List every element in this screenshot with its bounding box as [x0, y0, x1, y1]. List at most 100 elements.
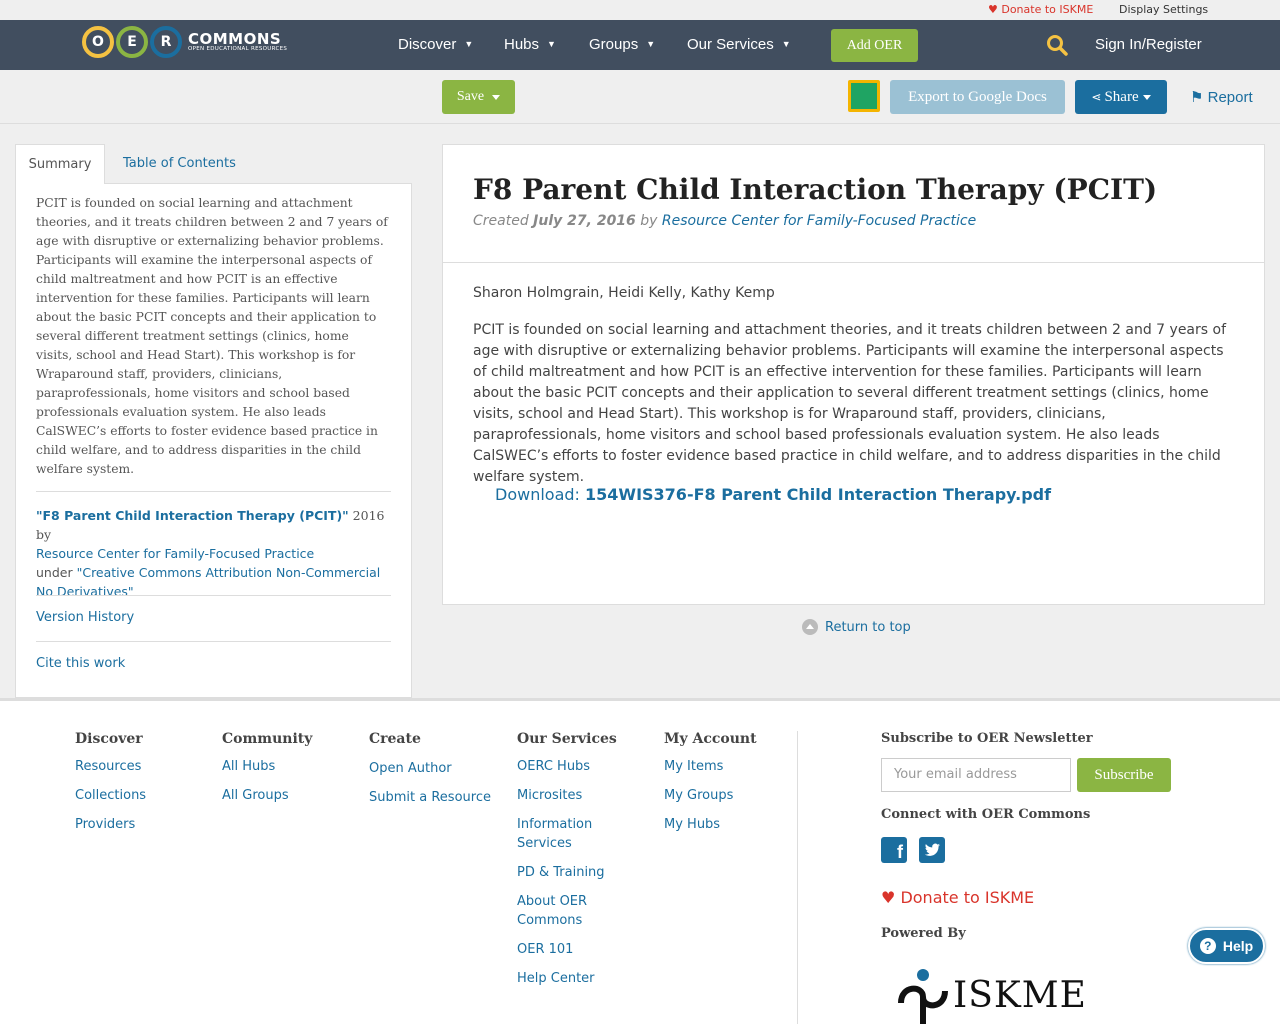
logo-tagline: OPEN EDUCATIONAL RESOURCES — [188, 45, 288, 52]
caret-down-icon — [492, 94, 501, 100]
logo-name: COMMONS — [188, 29, 282, 48]
iskme-wordmark: ISKME — [953, 974, 1087, 1016]
footer-link-submit-resource[interactable]: Submit a Resource — [369, 788, 491, 807]
author-link[interactable]: Resource Center for Family-Focused Pract… — [36, 546, 314, 561]
return-to-top-link[interactable]: Return to top — [802, 619, 911, 635]
logo-text: COMMONS OPEN EDUCATIONAL RESOURCES — [188, 29, 288, 53]
sign-in-register-link[interactable]: Sign In/Register — [1095, 36, 1202, 53]
footer-link-my-hubs[interactable]: My Hubs — [664, 815, 757, 834]
display-settings-link[interactable]: Display Settings — [1119, 3, 1208, 16]
nav-hubs[interactable]: Hubs ▼ — [504, 36, 556, 53]
help-label: Help — [1222, 938, 1254, 954]
utility-bar: ♥ Donate to ISKME Display Settings — [0, 0, 1280, 20]
iskme-logo[interactable]: ISKME — [893, 963, 1087, 1024]
under-text: under — [36, 565, 77, 580]
report-link[interactable]: ⚑ Report — [1190, 88, 1253, 106]
tab-summary[interactable]: Summary — [15, 144, 105, 184]
share-button[interactable]: ⋖ Share — [1075, 80, 1167, 114]
footer-heading: Create — [369, 731, 421, 747]
footer-link-all-groups[interactable]: All Groups — [222, 786, 312, 805]
chevron-down-icon: ▼ — [464, 39, 474, 49]
heart-icon: ♥ — [881, 888, 896, 907]
connect-heading: Connect with OER Commons — [881, 807, 1091, 822]
nav-our-services-label: Our Services — [687, 36, 774, 53]
footer-link-resources[interactable]: Resources — [75, 757, 146, 776]
download-file-link[interactable]: 154WIS376-F8 Parent Child Interaction Th… — [585, 485, 1051, 504]
caret-down-icon — [1142, 94, 1151, 100]
nav-discover[interactable]: Discover ▼ — [398, 36, 473, 53]
work-title-link[interactable]: "F8 Parent Child Interaction Therapy (PC… — [36, 508, 349, 523]
nav-our-services[interactable]: Our Services ▼ — [687, 36, 791, 53]
summary-text: PCIT is founded on social learning and a… — [36, 196, 388, 476]
footer-create: Create Open Author Submit a Resource — [369, 731, 491, 817]
save-button[interactable]: Save — [442, 80, 515, 114]
footer-donate-label: Donate to ISKME — [900, 888, 1035, 907]
footer-link-my-items[interactable]: My Items — [664, 757, 757, 776]
footer-heading: My Account — [664, 731, 757, 747]
footer-link-microsites[interactable]: Microsites — [517, 786, 627, 805]
page-title: F8 Parent Child Interaction Therapy (PCI… — [473, 173, 1158, 206]
footer-heading: Community — [222, 731, 313, 747]
help-button[interactable]: ? Help — [1188, 928, 1265, 964]
license-block: "F8 Parent Child Interaction Therapy (PC… — [36, 506, 391, 601]
footer-link-all-hubs[interactable]: All Hubs — [222, 757, 312, 776]
footer-link-open-author[interactable]: Open Author — [369, 759, 491, 778]
cite-this-work-link[interactable]: Cite this work — [36, 656, 125, 671]
nav-groups-label: Groups — [589, 36, 639, 53]
footer-heading: Our Services — [517, 731, 617, 747]
nav-groups[interactable]: Groups ▼ — [589, 36, 655, 53]
footer-link-oerc-hubs[interactable]: OERC Hubs — [517, 757, 627, 776]
resource-toolbar: Save Export to Google Docs ⋖ Share ⚑ Repo… — [0, 70, 1280, 124]
export-google-docs-button[interactable]: Export to Google Docs — [890, 80, 1065, 114]
email-input[interactable]: Your email address — [881, 758, 1071, 792]
description-text: PCIT is founded on social learning and a… — [473, 322, 1226, 485]
question-icon: ? — [1199, 938, 1216, 954]
divider — [36, 641, 391, 642]
footer-link-my-groups[interactable]: My Groups — [664, 786, 757, 805]
chevron-down-icon: ▼ — [646, 39, 656, 49]
creator-link[interactable]: Resource Center for Family-Focused Pract… — [662, 213, 976, 229]
license-link[interactable]: "Creative Commons Attribution Non-Commer… — [36, 565, 380, 599]
newsletter-section: Subscribe to OER Newsletter — [881, 731, 1093, 746]
footer-my-account: My Account My Items My Groups My Hubs — [664, 731, 757, 844]
main-nav: O E R COMMONS OPEN EDUCATIONAL RESOURCES… — [0, 20, 1280, 70]
by-label: by — [635, 213, 662, 229]
chevron-down-icon: ▼ — [781, 39, 791, 49]
logo-e: E — [116, 26, 148, 58]
powered-by: Powered By — [881, 926, 966, 941]
facebook-icon[interactable]: f — [881, 837, 907, 863]
footer-link-providers[interactable]: Providers — [75, 815, 146, 834]
iskme-mark-icon — [898, 969, 948, 1024]
created-date: July 27, 2016 — [533, 213, 636, 229]
donate-link[interactable]: ♥ Donate to ISKME — [988, 3, 1093, 16]
footer-donate-link[interactable]: ♥ Donate to ISKME — [881, 888, 1034, 907]
footer-heading: Discover — [75, 731, 143, 747]
authors-text: Sharon Holmgrain, Heidi Kelly, Kathy Kem… — [473, 285, 775, 301]
footer-divider — [797, 731, 798, 1024]
newsletter-heading: Subscribe to OER Newsletter — [881, 731, 1093, 746]
tab-table-of-contents[interactable]: Table of Contents — [123, 156, 236, 171]
download-row: Download: 154WIS376-F8 Parent Child Inte… — [495, 485, 1051, 504]
divider — [443, 262, 1264, 263]
share-icon: ⋖ — [1091, 89, 1102, 104]
search-icon[interactable] — [1046, 34, 1068, 56]
footer-link-oer-101[interactable]: OER 101 — [517, 940, 627, 959]
subscribe-button[interactable]: Subscribe — [1077, 758, 1171, 792]
nav-hubs-label: Hubs — [504, 36, 540, 53]
footer-link-information-services[interactable]: Information Services — [517, 815, 627, 853]
footer-link-pd-training[interactable]: PD & Training — [517, 863, 627, 882]
oer-commons-logo[interactable]: O E R COMMONS OPEN EDUCATIONAL RESOURCES — [82, 25, 287, 59]
logo-o: O — [82, 26, 114, 58]
add-oer-button[interactable]: Add OER — [831, 29, 918, 62]
resource-content: F8 Parent Child Interaction Therapy (PCI… — [442, 144, 1265, 605]
footer-link-about[interactable]: About OER Commons — [517, 892, 627, 930]
report-label: Report — [1207, 89, 1253, 106]
footer-link-collections[interactable]: Collections — [75, 786, 146, 805]
flag-icon: ⚑ — [1190, 89, 1204, 106]
twitter-icon[interactable] — [919, 837, 945, 863]
google-classroom-icon[interactable] — [848, 80, 880, 112]
version-history-link[interactable]: Version History — [36, 610, 134, 625]
footer-community: Community All Hubs All Groups — [222, 731, 312, 815]
footer-link-help-center[interactable]: Help Center — [517, 969, 627, 988]
summary-panel: PCIT is founded on social learning and a… — [15, 183, 412, 698]
